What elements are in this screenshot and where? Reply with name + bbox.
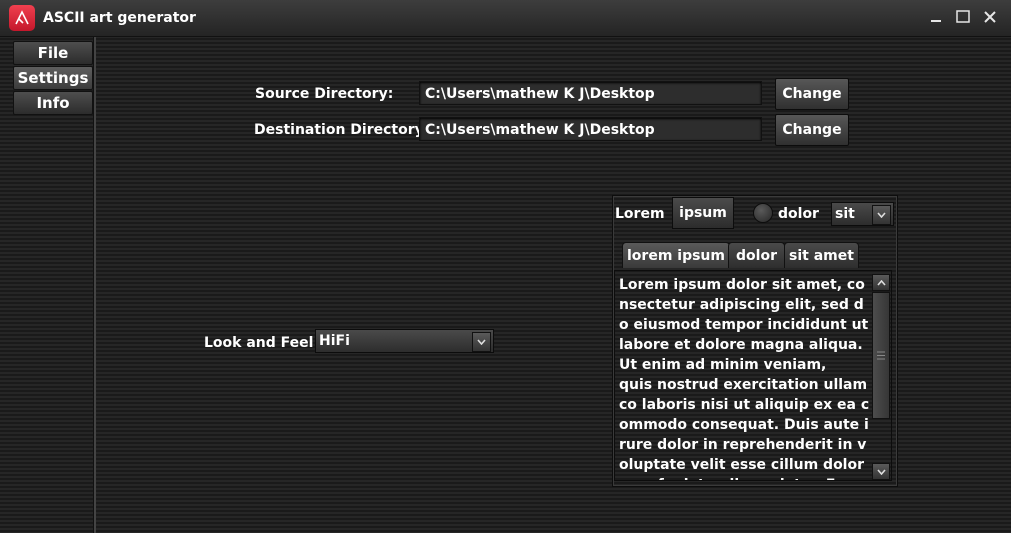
change-source-button[interactable]: Change — [775, 78, 849, 110]
chevron-down-icon[interactable] — [472, 332, 491, 352]
lorem-text-area[interactable]: Lorem ipsum dolor sit amet, consectetur … — [614, 270, 892, 481]
look-and-feel-label: Look and Feel — [204, 335, 314, 351]
tab-dolor[interactable]: dolor — [728, 242, 785, 268]
change-destination-button[interactable]: Change — [775, 114, 849, 146]
sit-select-value: sit — [835, 206, 855, 222]
maximize-icon[interactable] — [952, 6, 974, 28]
dolor-radio-label: dolor — [778, 206, 819, 222]
scrollbar-thumb[interactable] — [872, 292, 890, 419]
source-directory-field[interactable]: C:\Users\mathew K J\Desktop — [419, 81, 762, 105]
look-and-feel-select[interactable]: HiFi — [315, 329, 494, 353]
chevron-down-icon[interactable] — [872, 205, 891, 225]
sidebar-divider — [93, 37, 96, 533]
vertical-scrollbar[interactable] — [872, 274, 890, 480]
title-bar: ASCII art generator — [0, 0, 1011, 37]
dolor-radio-button[interactable] — [753, 203, 773, 223]
tab-lorem-ipsum[interactable]: lorem ipsum — [622, 242, 730, 268]
minimize-icon[interactable] — [925, 6, 947, 28]
tab-sit-amet[interactable]: sit amet — [784, 242, 859, 268]
tab-settings[interactable]: Settings — [13, 66, 93, 90]
window-title: ASCII art generator — [43, 10, 196, 26]
destination-directory-field[interactable]: C:\Users\mathew K J\Desktop — [419, 117, 762, 141]
look-and-feel-value: HiFi — [319, 333, 350, 349]
tab-file[interactable]: File — [13, 41, 93, 65]
destination-directory-label: Destination Directory: — [254, 122, 430, 138]
source-directory-label: Source Directory: — [255, 86, 394, 102]
sit-select[interactable]: sit — [831, 202, 894, 226]
demo-label: Lorem — [615, 206, 665, 222]
tab-info[interactable]: Info — [13, 91, 93, 115]
scroll-up-icon[interactable] — [872, 274, 890, 291]
app-logo-icon — [9, 5, 35, 31]
lorem-text: Lorem ipsum dolor sit amet, consectetur … — [619, 277, 870, 480]
close-icon[interactable] — [979, 6, 1001, 28]
scroll-down-icon[interactable] — [872, 463, 890, 480]
ipsum-toggle-button[interactable]: ipsum — [672, 197, 734, 229]
